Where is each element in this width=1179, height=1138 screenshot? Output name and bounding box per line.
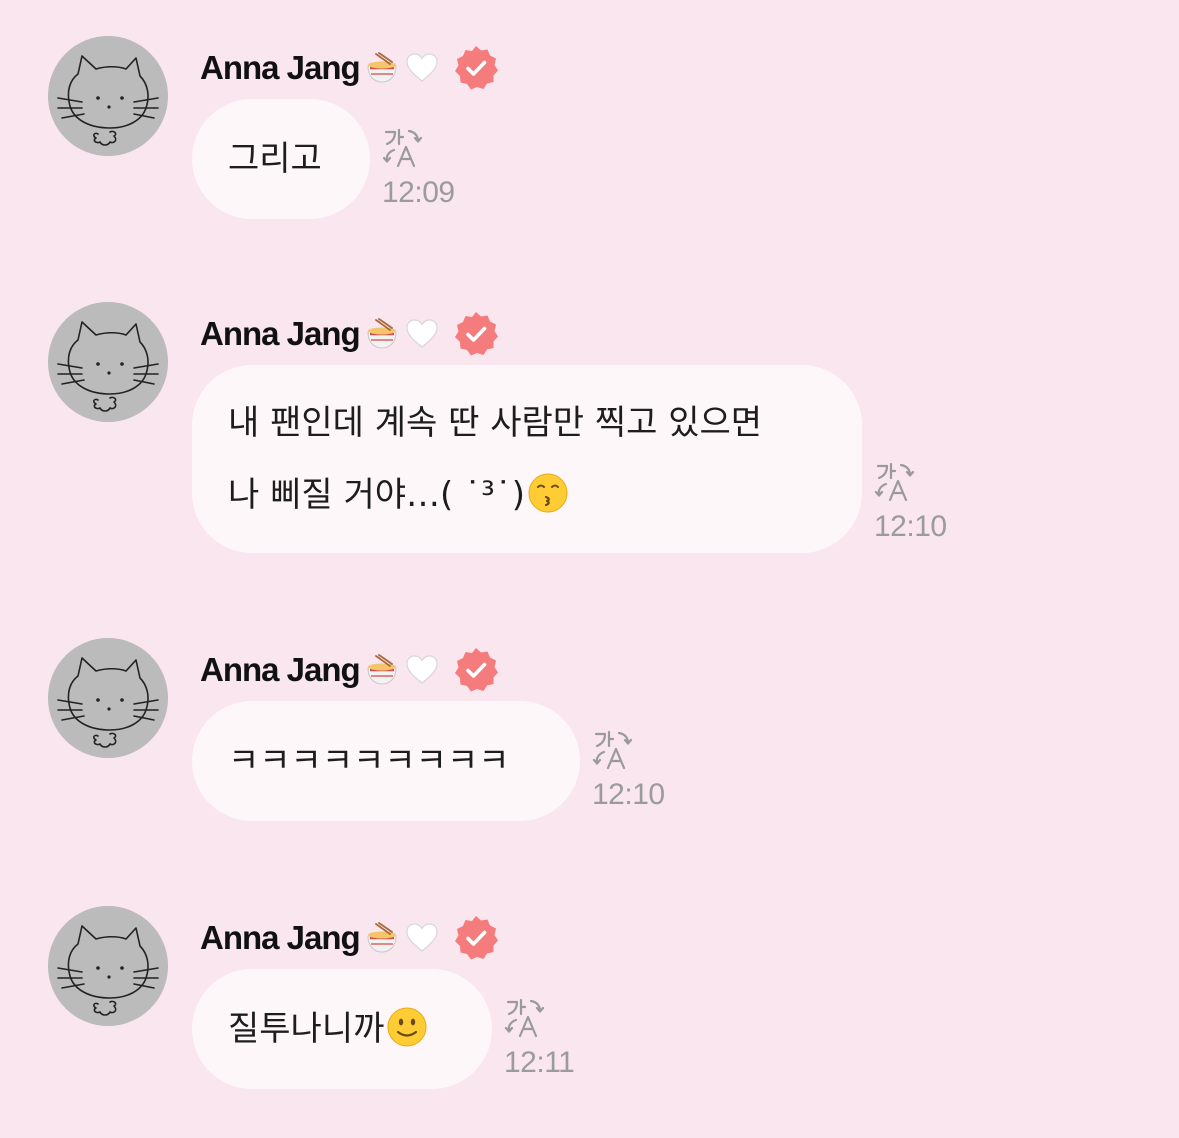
white-heart-icon — [404, 50, 440, 86]
message-text: 그리고 — [228, 139, 322, 179]
sender-header: Anna Jang — [200, 916, 500, 960]
message-time: 12:10 — [874, 510, 947, 543]
verified-badge-icon — [452, 310, 500, 358]
message-bubble[interactable]: 내 팬인데 계속 딴 사람만 찍고 있으면 나 삐질 거야…( ˙³˙) — [192, 365, 862, 553]
message-bubble[interactable]: 그리고 — [192, 99, 370, 219]
message-meta: 12:11 — [504, 996, 594, 1080]
message-time: 12:10 — [592, 778, 665, 811]
noodle-bowl-icon — [364, 652, 400, 688]
white-heart-icon — [404, 920, 440, 956]
kissing-face-icon — [527, 472, 569, 514]
cat-avatar-icon — [48, 906, 168, 1026]
translate-icon[interactable] — [504, 996, 548, 1040]
sender-name[interactable]: Anna Jang — [200, 49, 361, 87]
verified-badge-icon — [452, 44, 500, 92]
sender-name[interactable]: Anna Jang — [200, 315, 361, 353]
sender-header: Anna Jang — [200, 312, 500, 356]
message-meta: 12:09 — [382, 126, 472, 210]
message-bubble[interactable]: ㅋㅋㅋㅋㅋㅋㅋㅋㅋ — [192, 701, 580, 821]
cat-avatar-icon — [48, 638, 168, 758]
sender-header: Anna Jang — [200, 46, 500, 90]
verified-badge-icon — [452, 914, 500, 962]
verified-badge-icon — [452, 646, 500, 694]
message-text-line-1: 내 팬인데 계속 딴 사람만 찍고 있으면 — [228, 403, 763, 443]
white-heart-icon — [404, 316, 440, 352]
message-time: 12:11 — [504, 1046, 575, 1079]
message-text: ㅋㅋㅋㅋㅋㅋㅋㅋㅋ — [228, 741, 510, 781]
noodle-bowl-icon — [364, 920, 400, 956]
avatar[interactable] — [48, 36, 168, 156]
message-text-line: 질투나니까 — [228, 993, 456, 1065]
avatar[interactable] — [48, 906, 168, 1026]
message-time: 12:09 — [382, 176, 455, 209]
message-text: 질투나니까 — [228, 1009, 385, 1049]
noodle-bowl-icon — [364, 316, 400, 352]
translate-icon[interactable] — [592, 728, 636, 772]
avatar[interactable] — [48, 302, 168, 422]
cat-avatar-icon — [48, 36, 168, 156]
sender-name[interactable]: Anna Jang — [200, 651, 361, 689]
sender-name[interactable]: Anna Jang — [200, 919, 361, 957]
message-bubble[interactable]: 질투나니까 — [192, 969, 492, 1089]
message-meta: 12:10 — [874, 460, 964, 544]
message-text: 나 삐질 거야…( ˙³˙) — [228, 475, 525, 515]
slightly-smiling-face-icon — [386, 1006, 428, 1048]
sender-header: Anna Jang — [200, 648, 500, 692]
cat-avatar-icon — [48, 302, 168, 422]
noodle-bowl-icon — [364, 50, 400, 86]
message-meta: 12:10 — [592, 728, 682, 812]
translate-icon[interactable] — [382, 126, 426, 170]
translate-icon[interactable] — [874, 460, 918, 504]
avatar[interactable] — [48, 638, 168, 758]
white-heart-icon — [404, 652, 440, 688]
message-text-line-2: 나 삐질 거야…( ˙³˙) — [228, 459, 826, 531]
